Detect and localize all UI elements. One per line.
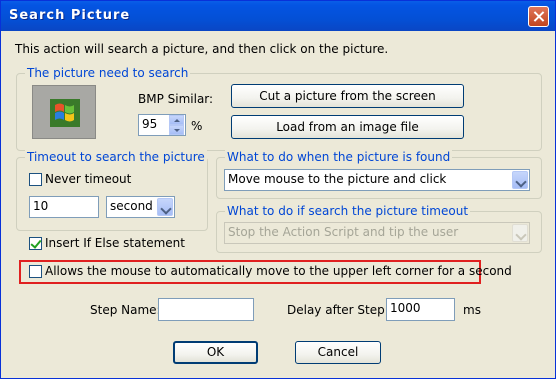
allow-mouse-move-label: Allows the mouse to automatically move t… xyxy=(45,264,512,278)
timeout-unit-select[interactable]: second xyxy=(106,196,175,218)
title-bar[interactable]: Search Picture xyxy=(1,1,555,31)
load-image-button[interactable]: Load from an image file xyxy=(231,115,464,139)
timeout-group-legend: Timeout to search the picture xyxy=(25,150,207,164)
found-action-select[interactable]: Move mouse to the picture and click xyxy=(224,169,530,191)
picture-group-legend: The picture need to search xyxy=(25,66,191,80)
windows-logo-icon xyxy=(50,99,80,127)
delay-value: 1000 xyxy=(390,301,421,315)
allow-mouse-move-checkbox[interactable] xyxy=(29,265,42,278)
never-timeout-checkbox[interactable] xyxy=(29,173,42,186)
window-title: Search Picture xyxy=(9,8,131,23)
insert-if-else-checkbox[interactable] xyxy=(29,237,42,250)
delay-label: Delay after Step: xyxy=(287,303,389,317)
delay-unit-label: ms xyxy=(463,303,481,317)
timeout-action-value: Stop the Action Script and tip the user xyxy=(228,225,459,239)
description-text: This action will search a picture, and t… xyxy=(15,42,389,56)
picture-preview[interactable] xyxy=(32,85,96,139)
chevron-down-icon[interactable] xyxy=(512,171,528,189)
bmp-similar-value: 95 xyxy=(142,117,158,131)
bmp-similar-spinner[interactable] xyxy=(169,115,184,135)
timeout-value-input[interactable]: 10 xyxy=(29,196,99,218)
ok-button[interactable]: OK xyxy=(173,341,258,364)
percent-label: % xyxy=(191,119,203,133)
step-name-input[interactable] xyxy=(158,298,254,321)
bmp-similar-label: BMP Similar: xyxy=(138,92,214,106)
chevron-down-icon xyxy=(512,224,528,242)
timeout-action-select: Stop the Action Script and tip the user xyxy=(224,222,530,244)
cancel-button[interactable]: Cancel xyxy=(295,341,381,364)
timeout-action-legend: What to do if search the picture timeout xyxy=(225,204,471,218)
found-action-value: Move mouse to the picture and click xyxy=(228,172,447,186)
delay-input[interactable]: 1000 xyxy=(386,298,455,321)
spin-down-icon[interactable] xyxy=(169,125,184,135)
insert-if-else-label: Insert If Else statement xyxy=(45,236,185,250)
chevron-down-icon[interactable] xyxy=(157,198,173,216)
never-timeout-label: Never timeout xyxy=(45,172,132,186)
timeout-value: 10 xyxy=(33,199,49,213)
search-picture-dialog: Search Picture This action will search a… xyxy=(0,0,556,379)
cut-picture-button[interactable]: Cut a picture from the screen xyxy=(231,84,464,108)
timeout-group: Timeout to search the picture xyxy=(16,150,208,231)
step-name-label: Step Name: xyxy=(90,303,161,317)
close-icon[interactable] xyxy=(528,6,549,27)
found-action-legend: What to do when the picture is found xyxy=(225,150,453,164)
timeout-unit-value: second xyxy=(110,199,153,213)
spin-up-icon[interactable] xyxy=(169,115,184,125)
